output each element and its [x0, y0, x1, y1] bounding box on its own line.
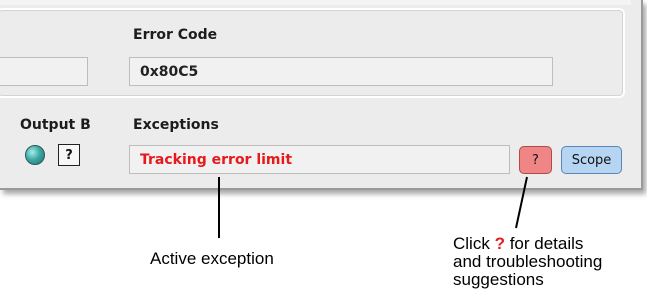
help-callout-line-1: Click ? for details	[453, 235, 583, 252]
help-button-leader-line	[515, 176, 528, 229]
help-callout-line-2: and troubleshooting	[453, 252, 603, 271]
help-callout-question-mark: ?	[494, 234, 505, 253]
help-callout-for-details: for details	[509, 234, 584, 253]
help-callout-click: Click	[453, 234, 490, 253]
help-callout-line-3: suggestions	[453, 270, 544, 289]
active-exception-callout: Active exception	[150, 249, 274, 268]
